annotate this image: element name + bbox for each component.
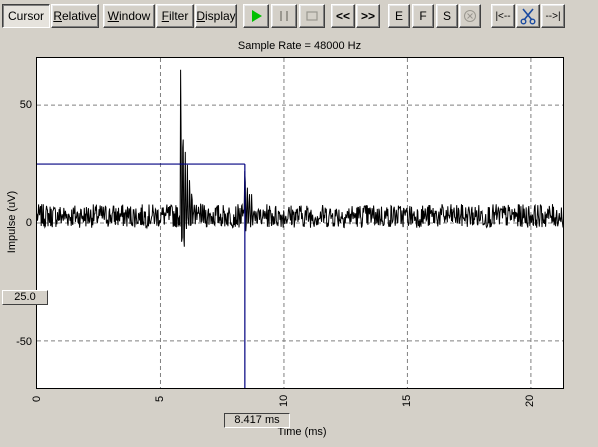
play-icon bbox=[252, 10, 262, 22]
x-tick-label: 10 bbox=[278, 394, 290, 407]
previous-button[interactable]: << bbox=[331, 4, 355, 28]
go-start-button-label: |<-- bbox=[495, 10, 511, 22]
y-tick-label: -50 bbox=[16, 336, 32, 348]
x-tick-label: 15 bbox=[401, 394, 413, 407]
display-button-label: isplay bbox=[204, 9, 236, 23]
relative-button[interactable]: Relative bbox=[51, 4, 99, 28]
go-end-button[interactable]: -->| bbox=[541, 4, 565, 28]
go-end-button-label: -->| bbox=[545, 10, 561, 22]
y-tick-label: 50 bbox=[19, 99, 32, 111]
y-tick-label: 0 bbox=[25, 217, 32, 229]
relative-button-label: elative bbox=[61, 9, 97, 23]
stop-button[interactable] bbox=[299, 4, 325, 28]
plot-area[interactable] bbox=[36, 57, 564, 389]
cut-button[interactable] bbox=[516, 4, 540, 28]
stop-icon bbox=[306, 11, 318, 21]
window-button-label: indow bbox=[118, 9, 151, 23]
cancel-button[interactable] bbox=[459, 4, 481, 28]
pause-icon bbox=[280, 11, 288, 21]
next-button-label: >> bbox=[360, 9, 375, 23]
window-button-mnemonic: W bbox=[107, 9, 119, 23]
next-button[interactable]: >> bbox=[356, 4, 380, 28]
go-start-button[interactable]: |<-- bbox=[491, 4, 515, 28]
previous-button-label: << bbox=[335, 9, 350, 23]
s-button-label: S bbox=[442, 9, 451, 23]
relative-button-mnemonic: R bbox=[53, 9, 62, 23]
s-button[interactable]: S bbox=[436, 4, 458, 28]
pause-button[interactable] bbox=[271, 4, 297, 28]
signal-trace bbox=[37, 69, 563, 247]
scissors-icon bbox=[520, 8, 536, 25]
x-tick-label: 0 bbox=[31, 395, 43, 402]
play-button[interactable] bbox=[243, 4, 269, 28]
cursor-button-label: Cursor bbox=[7, 9, 44, 23]
cursor-y-value[interactable]: 25.0 bbox=[2, 290, 48, 305]
chart-title: Sample Rate = 48000 Hz bbox=[237, 40, 362, 52]
display-button[interactable]: Display bbox=[195, 4, 237, 28]
display-button-mnemonic: D bbox=[196, 9, 205, 23]
filter-button-label: ilter bbox=[169, 9, 189, 23]
e-button[interactable]: E bbox=[388, 4, 410, 28]
filter-button[interactable]: Filter bbox=[156, 4, 194, 28]
waveform-chart bbox=[37, 58, 563, 388]
filter-button-mnemonic: F bbox=[161, 9, 169, 23]
toolbar: Cursor Relative Window Filter Display <<… bbox=[0, 0, 598, 34]
f-button[interactable]: F bbox=[412, 4, 434, 28]
cursor-button[interactable]: Cursor bbox=[2, 4, 50, 28]
window-button[interactable]: Window bbox=[103, 4, 155, 28]
x-tick-label: 5 bbox=[154, 395, 166, 402]
f-button-label: F bbox=[419, 9, 427, 23]
cursor-x-readout[interactable]: 8.417 ms bbox=[224, 413, 290, 428]
e-button-label: E bbox=[394, 9, 403, 23]
cancel-circle-icon bbox=[464, 10, 476, 22]
x-tick-label: 20 bbox=[524, 394, 536, 407]
